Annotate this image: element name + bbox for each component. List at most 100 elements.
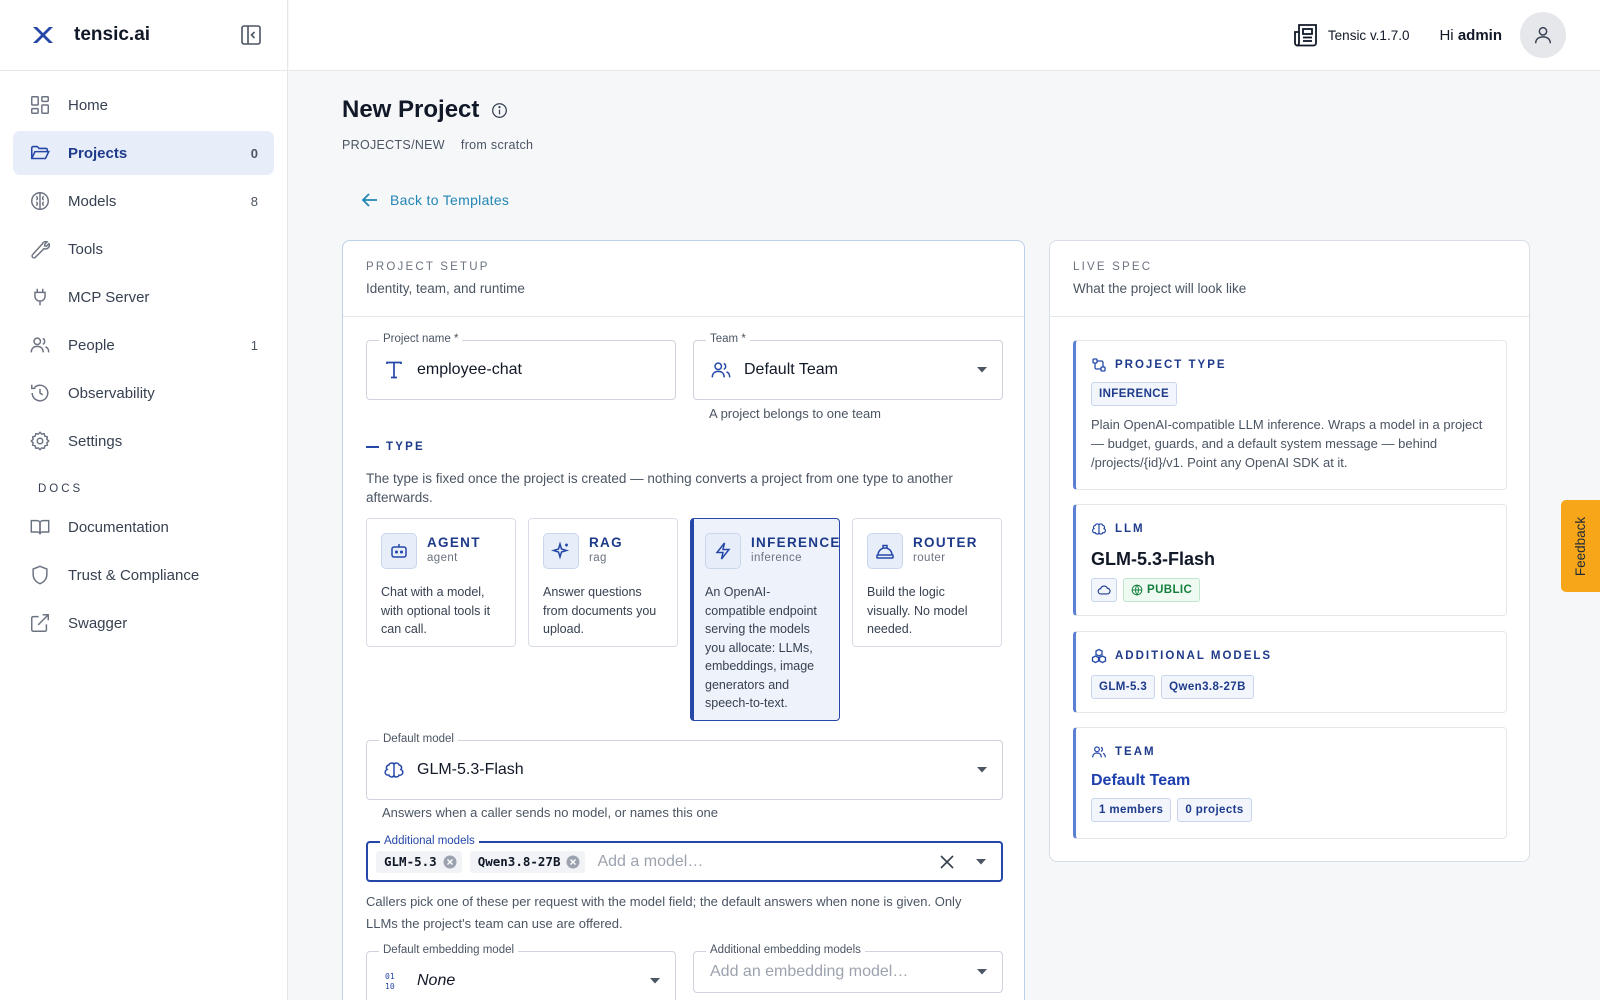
- project-name-value: employee-chat: [417, 361, 522, 378]
- chevron-down-icon: [650, 978, 660, 984]
- additional-models-helper: Callers pick one of these per request wi…: [366, 894, 962, 931]
- binary-icon: 0110: [385, 972, 395, 991]
- field-label: Default embedding model: [379, 944, 519, 956]
- block-heading: ADDITIONAL MODELS: [1091, 648, 1492, 664]
- type-explanation: Plain OpenAI-compatible LLM inference. W…: [1091, 417, 1483, 470]
- add-model-input[interactable]: Add a model…: [597, 853, 939, 871]
- block-heading-text: TEAM: [1115, 746, 1156, 758]
- brain-icon: [1092, 523, 1106, 535]
- project-setup-card: PROJECT SETUP Identity, team, and runtim…: [342, 240, 1025, 1000]
- chevron-down-icon: [977, 367, 987, 373]
- nav-item-models[interactable]: Models 8: [13, 179, 274, 223]
- avatar[interactable]: [1520, 12, 1566, 58]
- chip-label: Qwen3.8-27B: [477, 854, 561, 869]
- tensic-logo-icon: [33, 27, 53, 43]
- team-link[interactable]: Default Team: [1091, 772, 1492, 790]
- chip-label: GLM-5.3: [384, 854, 437, 869]
- gear-icon: [30, 431, 50, 451]
- type-card-router[interactable]: ROUTER router Build the logic visually. N…: [852, 518, 1002, 647]
- field-label: Additional models: [380, 835, 479, 847]
- model-tag: GLM-5.3: [1091, 675, 1156, 699]
- variable-icon: [1092, 358, 1106, 372]
- type-heading: TYPE: [366, 441, 425, 453]
- robot-icon: [381, 533, 417, 569]
- brand-bar: tensic.ai: [0, 0, 287, 71]
- spec-card-header: LIVE SPEC What the project will look lik…: [1050, 241, 1529, 317]
- default-model-helper: Answers when a caller sends no model, or…: [382, 805, 719, 820]
- chevron-down-icon[interactable]: [975, 858, 987, 866]
- field-label: Team *: [706, 333, 750, 345]
- add-embedding-input[interactable]: Add an embedding model…: [710, 963, 976, 981]
- feedback-tab[interactable]: Feedback: [1561, 500, 1600, 592]
- text-icon: [386, 361, 402, 379]
- version-label: Tensic v.1.7.0: [1327, 27, 1410, 43]
- boxes-icon: [1091, 648, 1107, 664]
- main-nav: Home Projects 0 Models 8 Tools MCP Serve…: [0, 71, 287, 657]
- nav-label: Projects: [68, 144, 128, 162]
- nav-item-swagger[interactable]: Swagger: [13, 601, 274, 645]
- remove-chip-icon[interactable]: [443, 855, 457, 869]
- dashboard-icon: [31, 96, 49, 114]
- block-heading: PROJECT TYPE: [1091, 357, 1492, 373]
- project-name-field[interactable]: Project name * employee-chat: [366, 333, 676, 400]
- cloud-icon: [1097, 585, 1111, 595]
- field-label: Additional embedding models: [706, 944, 865, 956]
- type-card-inference[interactable]: INFERENCE inference An OpenAI-compatible …: [690, 518, 840, 721]
- spec-llm: LLM GLM-5.3-Flash PUBLIC: [1073, 504, 1507, 616]
- type-tag: INFERENCE: [1091, 382, 1178, 406]
- type-sub: router: [913, 552, 946, 564]
- nav-item-observability[interactable]: Observability: [13, 371, 274, 415]
- brain-icon: [384, 762, 404, 778]
- clear-icon[interactable]: [939, 854, 955, 870]
- type-sub: inference: [751, 552, 802, 564]
- team-select[interactable]: Team * Default Team: [693, 333, 1003, 400]
- nav-label: Models: [68, 192, 117, 210]
- collapse-sidebar-icon[interactable]: [239, 23, 263, 47]
- type-card-agent[interactable]: AGENT agent Chat with a model, with optio…: [366, 518, 516, 647]
- book-open-icon: [30, 519, 50, 535]
- additional-embedding-select[interactable]: Additional embedding models Add an embed…: [693, 944, 1003, 993]
- plug-icon: [34, 288, 46, 306]
- nav-label: Swagger: [68, 614, 128, 632]
- default-model-select[interactable]: Default model GLM-5.3-Flash: [366, 733, 1003, 800]
- team-value: Default Team: [744, 361, 838, 378]
- chevron-down-icon: [977, 969, 987, 975]
- type-name: RAG: [589, 535, 623, 550]
- nav-label: Tools: [68, 240, 104, 258]
- nav-item-tools[interactable]: Tools: [13, 227, 274, 271]
- additional-models-field[interactable]: Additional models GLM-5.3 Qwen3.8-27B Ad…: [366, 835, 1003, 882]
- version-info[interactable]: Tensic v.1.7.0: [1292, 21, 1410, 49]
- nav-item-mcp-server[interactable]: MCP Server: [13, 275, 274, 319]
- nav-item-settings[interactable]: Settings: [13, 419, 274, 463]
- remove-chip-icon[interactable]: [566, 855, 580, 869]
- setup-card-header: PROJECT SETUP Identity, team, and runtim…: [343, 241, 1024, 317]
- nav-item-people[interactable]: People 1: [13, 323, 274, 367]
- field-label: Default model: [379, 733, 458, 745]
- spec-team: TEAM Default Team 1 members 0 projects: [1073, 727, 1507, 839]
- user-icon: [1534, 26, 1552, 44]
- public-label: PUBLIC: [1147, 584, 1193, 596]
- info-icon[interactable]: [491, 102, 508, 119]
- shield-icon: [32, 565, 48, 585]
- back-to-templates-link[interactable]: Back to Templates: [360, 190, 509, 210]
- block-heading-text: PROJECT TYPE: [1115, 359, 1227, 371]
- users-icon: [30, 337, 50, 353]
- nav-item-trust-compliance[interactable]: Trust & Compliance: [13, 553, 274, 597]
- default-embedding-select[interactable]: Default embedding model 01 10 None: [366, 944, 676, 1000]
- type-desc: Build the logic visually. No model neede…: [867, 585, 968, 636]
- brand-name: tensic.ai: [74, 24, 151, 45]
- nav-item-projects[interactable]: Projects 0: [13, 131, 274, 175]
- svg-text:10: 10: [385, 982, 395, 991]
- type-desc: An OpenAI-compatible endpoint serving th…: [705, 585, 817, 710]
- live-spec-card: LIVE SPEC What the project will look lik…: [1049, 240, 1530, 862]
- block-heading-text: LLM: [1115, 523, 1145, 535]
- nav-label: Settings: [68, 432, 123, 450]
- nav-item-home[interactable]: Home: [13, 83, 274, 127]
- user-name: admin: [1457, 26, 1502, 44]
- spec-project-type: PROJECT TYPE INFERENCE Plain OpenAI-comp…: [1073, 340, 1507, 490]
- nav-label: Observability: [68, 384, 155, 402]
- type-card-rag[interactable]: RAG rag Answer questions from documents y…: [528, 518, 678, 647]
- default-embedding-value: None: [417, 972, 456, 989]
- nav-item-documentation[interactable]: Documentation: [13, 505, 274, 549]
- type-sub: agent: [427, 552, 458, 564]
